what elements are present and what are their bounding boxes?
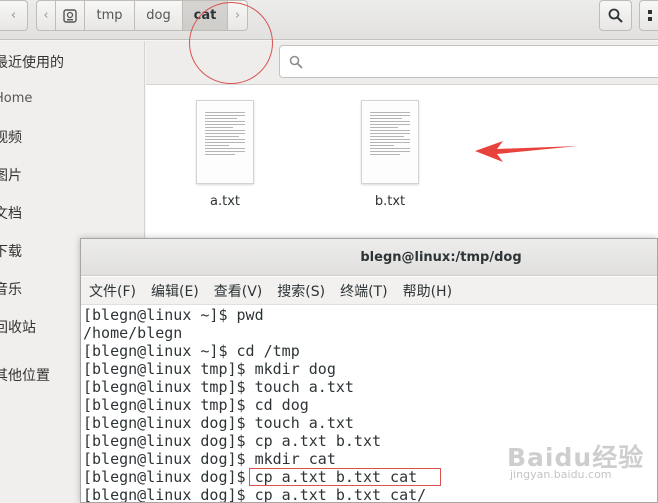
menu-view[interactable]: 查看(V) — [214, 281, 263, 301]
baidu-watermark-url: jingyan.baidu.com — [510, 468, 612, 481]
terminal-title: blegn@linux:/tmp/dog — [81, 239, 657, 276]
view-options-button[interactable] — [639, 0, 658, 31]
sidebar-item-home[interactable]: Home — [0, 91, 38, 115]
sidebar-item-trash[interactable]: 回收站 — [0, 317, 42, 341]
text-file-icon — [361, 100, 419, 184]
grid-view-icon — [648, 9, 652, 21]
path-scroll-left-button[interactable]: ‹ — [36, 0, 56, 31]
search-input[interactable] — [279, 45, 658, 78]
chevron-left-icon: ‹ — [10, 8, 17, 23]
sidebar-item-pictures[interactable]: 图片 — [0, 165, 28, 189]
menu-help[interactable]: 帮助(H) — [403, 281, 452, 301]
terminal-line: [blegn@linux tmp]$ touch a.txt — [83, 378, 354, 396]
menu-search[interactable]: 搜索(S) — [277, 281, 325, 301]
sidebar-item-music[interactable]: 音乐 — [0, 279, 28, 303]
search-icon — [289, 55, 303, 69]
annotation-arrow-icon — [475, 141, 578, 162]
terminal-line: [blegn@linux dog]$ touch a.txt — [83, 414, 354, 432]
path-segment-dog[interactable]: dog — [135, 0, 183, 31]
file-name: a.txt — [210, 194, 240, 209]
path-segment-tmp[interactable]: tmp — [85, 0, 135, 31]
path-segment-root[interactable] — [56, 0, 85, 31]
drive-icon — [63, 8, 77, 23]
header-bar: ‹ ‹ tmp dog cat › — [0, 0, 658, 40]
menu-file[interactable]: 文件(F) — [89, 281, 136, 301]
terminal-menubar: 文件(F) 编辑(E) 查看(V) 搜索(S) 终端(T) 帮助(H) — [81, 277, 657, 305]
annotation-highlight-box — [249, 468, 441, 486]
terminal-line: [blegn@linux ~]$ pwd — [83, 306, 264, 324]
menu-edit[interactable]: 编辑(E) — [151, 281, 199, 301]
search-toggle-button[interactable] — [599, 0, 632, 31]
terminal-line: [blegn@linux tmp]$ cd dog — [83, 396, 309, 414]
terminal-line: [blegn@linux dog]$ cp a.txt b.txt cat/ — [83, 486, 427, 502]
file-item-b-txt[interactable]: b.txt — [350, 100, 430, 209]
search-icon — [608, 8, 623, 23]
chevron-left-icon: ‹ — [43, 8, 49, 23]
sidebar-item-other-locations[interactable]: 其他位置 — [0, 365, 56, 389]
menu-terminal[interactable]: 终端(T) — [340, 281, 387, 301]
sidebar-item-videos[interactable]: 视频 — [0, 127, 28, 151]
file-name: b.txt — [374, 194, 406, 209]
sidebar-item-recent[interactable]: 最近使用的 — [0, 52, 70, 76]
annotation-circle — [189, 2, 273, 84]
sidebar-item-downloads[interactable]: 下载 — [0, 241, 28, 265]
text-file-icon — [196, 100, 254, 184]
terminal-line: /home/blegn — [83, 324, 183, 342]
sidebar-item-documents[interactable]: 文档 — [0, 203, 28, 227]
terminal-line: [blegn@linux ~]$ cd /tmp — [83, 342, 300, 360]
file-item-a-txt[interactable]: a.txt — [185, 100, 265, 209]
terminal-line: [blegn@linux tmp]$ mkdir dog — [83, 360, 336, 378]
back-button[interactable]: ‹ — [0, 0, 28, 31]
